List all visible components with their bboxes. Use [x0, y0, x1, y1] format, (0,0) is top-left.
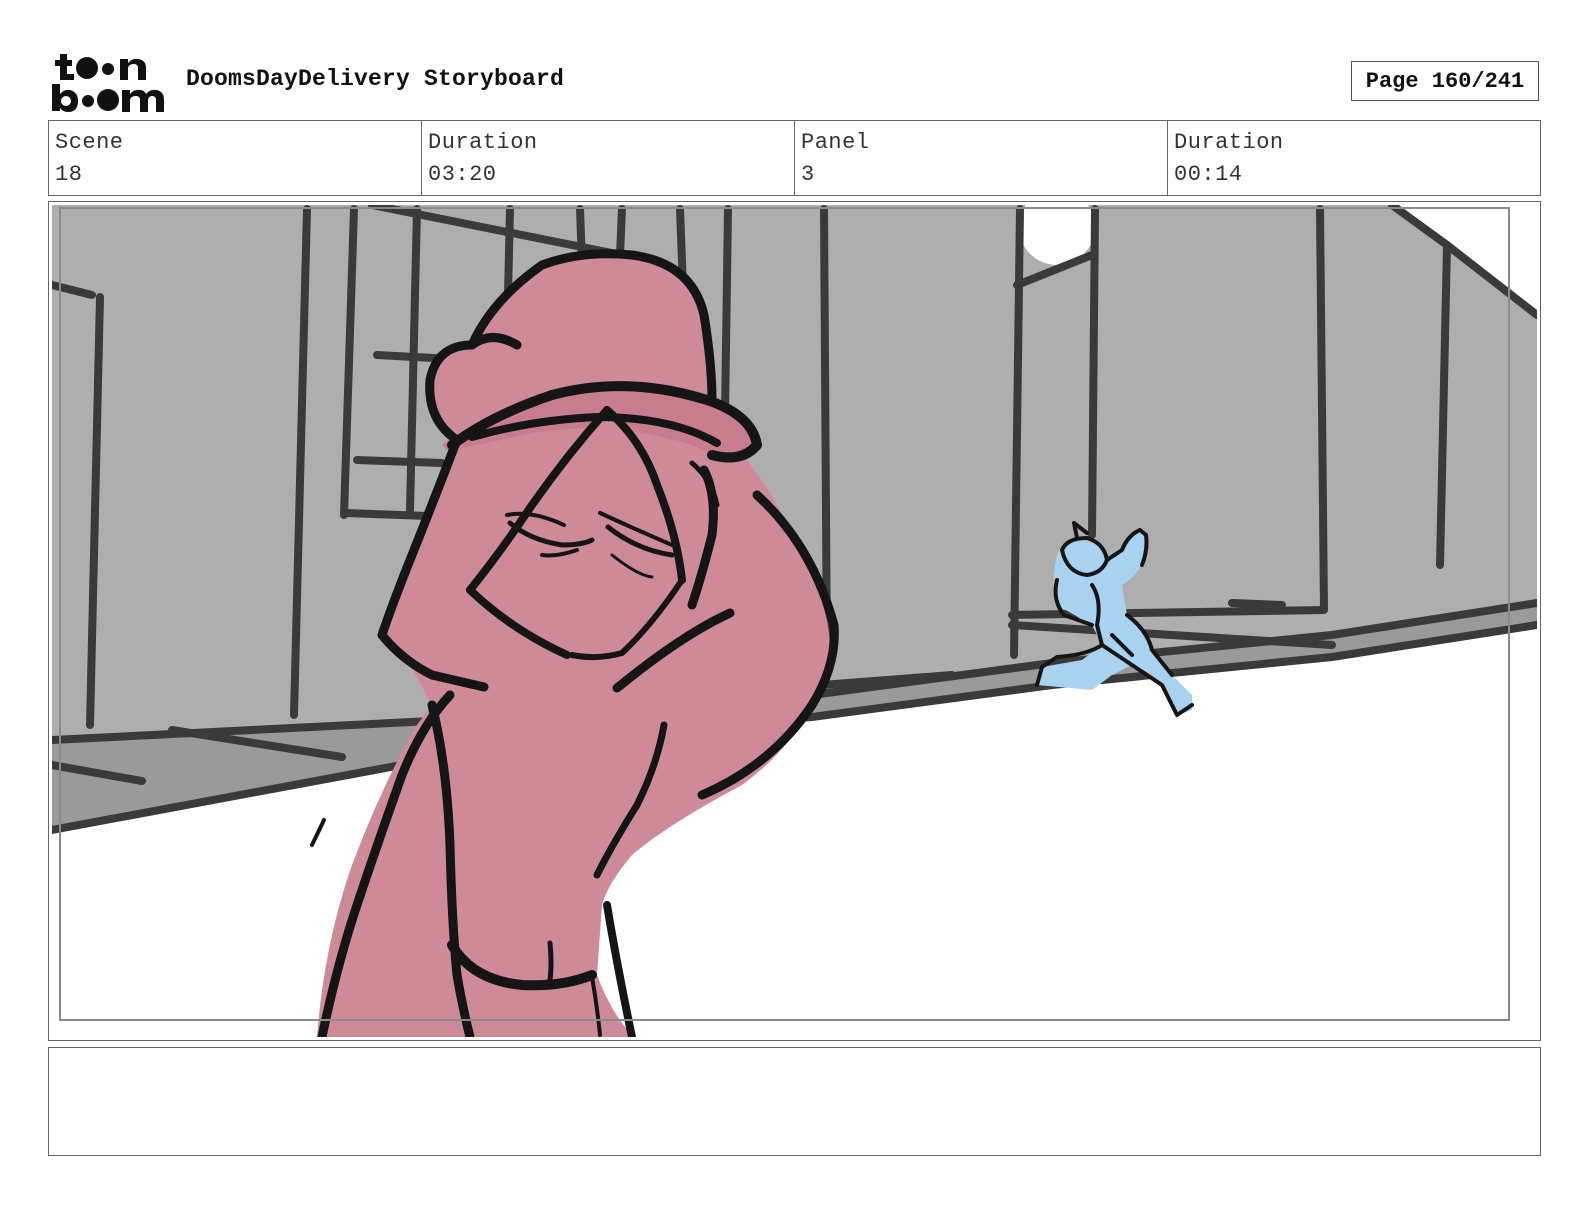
panel-duration-label: Duration [1174, 130, 1284, 155]
panel-cell: Panel 3 [795, 121, 1168, 195]
scene-duration-cell: Duration 03:20 [422, 121, 795, 195]
toon-boom-logo [52, 54, 164, 112]
scene-label: Scene [55, 130, 124, 155]
page-indicator: Page 160/241 [1351, 61, 1539, 101]
info-table: Scene 18 Duration 03:20 Panel 3 Duration… [48, 120, 1541, 196]
panel-notes-box [48, 1047, 1541, 1156]
panel-label: Panel [801, 130, 870, 155]
panel-value: 3 [801, 162, 815, 187]
document-title: DoomsDayDelivery Storyboard [186, 66, 565, 92]
panel-duration-cell: Duration 00:14 [1168, 121, 1540, 195]
scene-duration-value: 03:20 [428, 162, 497, 187]
scene-value: 18 [55, 162, 83, 187]
storyboard-panel-drawing [52, 205, 1537, 1037]
panel-duration-value: 00:14 [1174, 162, 1243, 187]
scene-cell: Scene 18 [49, 121, 422, 195]
scene-duration-label: Duration [428, 130, 538, 155]
